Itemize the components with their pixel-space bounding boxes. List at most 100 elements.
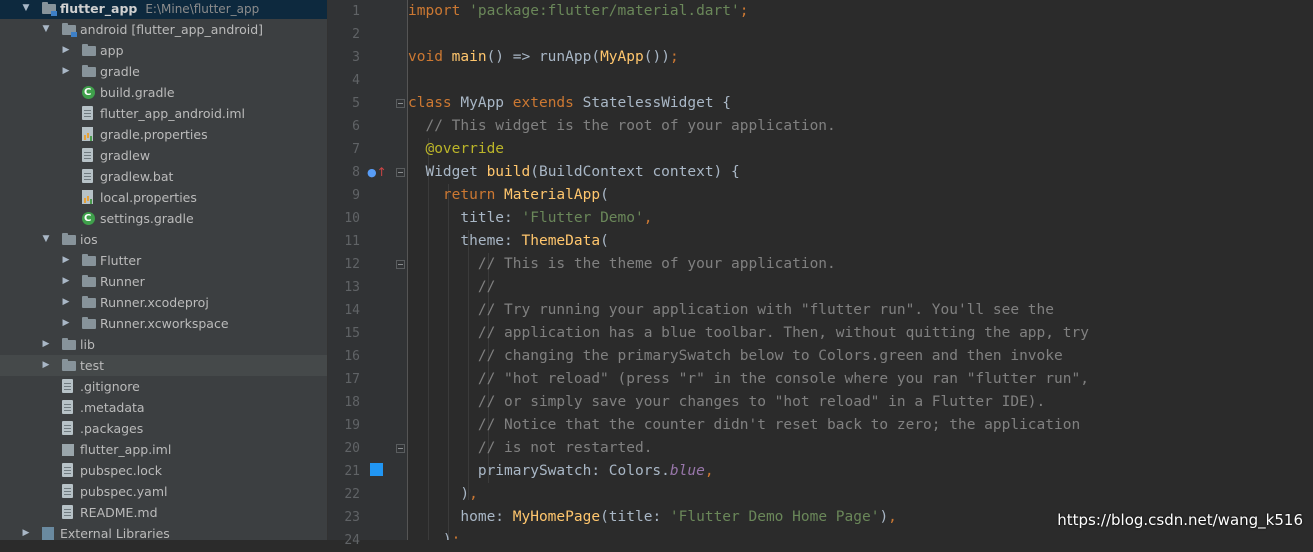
tree-item[interactable]: ▶ Runner.xcworkspace bbox=[0, 313, 327, 334]
fold-marker-icon[interactable] bbox=[396, 168, 405, 177]
fold-marker-icon[interactable] bbox=[396, 99, 405, 108]
code-line[interactable]: primarySwatch: Colors.blue, bbox=[408, 460, 714, 483]
tree-item-label: flutter_app_android.iml bbox=[100, 106, 245, 121]
editor-gutter: ●↑ 1 2 3 4 5 6 7 8 9 10 11 12 13 14 15 16 17 18 19 20 21 22 23… bbox=[328, 0, 408, 548]
code-line[interactable]: return MaterialApp( bbox=[408, 184, 609, 207]
tree-item[interactable]: flutter_app_android.iml bbox=[0, 103, 327, 124]
folder-icon bbox=[82, 296, 96, 308]
tree-item[interactable]: ▶ Runner.xcodeproj bbox=[0, 292, 327, 313]
chevron-down-icon[interactable]: ▼ bbox=[40, 229, 52, 250]
code-line[interactable]: theme: ThemeData( bbox=[408, 230, 608, 253]
code-editor[interactable]: import 'package:flutter/material.dart'; v… bbox=[408, 0, 1313, 540]
code-line[interactable]: // changing the primarySwatch below to C… bbox=[408, 345, 1063, 368]
code-line[interactable]: // application has a blue toolbar. Then,… bbox=[408, 322, 1089, 345]
iml-icon bbox=[62, 444, 74, 456]
line-number: 6 bbox=[352, 119, 360, 134]
code-line[interactable]: home: MyHomePage(title: 'Flutter Demo Ho… bbox=[408, 506, 897, 529]
tree-item-label: test bbox=[80, 358, 105, 373]
tree-item[interactable]: ▶ External Libraries bbox=[0, 523, 327, 540]
tree-item[interactable]: settings.gradle bbox=[0, 208, 327, 229]
chevron-right-icon[interactable]: ▶ bbox=[40, 334, 52, 355]
gradle-icon bbox=[82, 208, 95, 229]
tree-item-label: pubspec.lock bbox=[80, 463, 163, 478]
tree-item-label: app bbox=[100, 43, 124, 58]
line-number: 20 bbox=[344, 441, 360, 456]
line-number: 16 bbox=[344, 349, 360, 364]
code-line[interactable]: // This widget is the root of your appli… bbox=[408, 115, 835, 138]
tree-item-label: README.md bbox=[80, 505, 158, 520]
tree-item[interactable]: gradlew bbox=[0, 145, 327, 166]
fold-marker-icon[interactable] bbox=[396, 260, 405, 269]
tree-item-label: ios bbox=[80, 232, 98, 247]
override-marker-icon[interactable]: ●↑ bbox=[367, 165, 387, 179]
chevron-down-icon[interactable]: ▼ bbox=[40, 19, 52, 40]
line-number: 13 bbox=[344, 280, 360, 295]
code-line[interactable]: // Try running your application with "fl… bbox=[408, 299, 1054, 322]
tree-item[interactable]: build.gradle bbox=[0, 82, 327, 103]
tree-item[interactable]: gradlew.bat bbox=[0, 166, 327, 187]
tree-item[interactable]: ▶ gradle bbox=[0, 61, 327, 82]
tree-item[interactable]: ▶ lib bbox=[0, 334, 327, 355]
code-line[interactable]: void main() => runApp(MyApp()); bbox=[408, 46, 679, 69]
line-number: 22 bbox=[344, 487, 360, 502]
tree-item-label: Flutter bbox=[100, 253, 142, 268]
color-swatch-icon[interactable] bbox=[370, 463, 383, 476]
gradle-icon bbox=[82, 82, 95, 103]
tree-item[interactable]: .metadata bbox=[0, 397, 327, 418]
file-icon bbox=[82, 169, 93, 183]
tree-item[interactable]: pubspec.lock bbox=[0, 460, 327, 481]
tree-item[interactable]: ▶ app bbox=[0, 40, 327, 61]
tree-item[interactable]: ▶ Flutter bbox=[0, 250, 327, 271]
tree-item[interactable]: pubspec.yaml bbox=[0, 481, 327, 502]
line-number: 24 bbox=[344, 533, 360, 548]
tree-item[interactable]: ▶ test bbox=[0, 355, 327, 376]
file-icon bbox=[62, 484, 73, 498]
chevron-down-icon[interactable]: ▼ bbox=[20, 0, 32, 19]
code-line[interactable]: ); bbox=[408, 529, 460, 540]
tree-item[interactable]: .packages bbox=[0, 418, 327, 439]
tree-item[interactable]: ▼ flutter_app E:\Mine\flutter_app bbox=[0, 0, 327, 19]
libraries-icon bbox=[42, 527, 54, 540]
tree-item[interactable]: README.md bbox=[0, 502, 327, 523]
tree-item[interactable]: ▼ android [flutter_app_android] bbox=[0, 19, 327, 40]
code-line[interactable]: class MyApp extends StatelessWidget { bbox=[408, 92, 731, 115]
chevron-right-icon[interactable]: ▶ bbox=[60, 292, 72, 313]
tree-item-label: gradlew.bat bbox=[100, 169, 174, 184]
tree-item[interactable]: ▶ Runner bbox=[0, 271, 327, 292]
code-line[interactable]: // "hot reload" (press "r" in the consol… bbox=[408, 368, 1089, 391]
tree-item[interactable]: gradle.properties bbox=[0, 124, 327, 145]
tree-item[interactable]: local.properties bbox=[0, 187, 327, 208]
file-icon bbox=[62, 421, 73, 435]
chevron-right-icon[interactable]: ▶ bbox=[20, 523, 32, 540]
tree-item-label: flutter_app E:\Mine\flutter_app bbox=[60, 1, 260, 16]
fold-marker-icon[interactable] bbox=[396, 444, 405, 453]
properties-icon bbox=[82, 127, 93, 141]
tree-item[interactable]: .gitignore bbox=[0, 376, 327, 397]
line-number: 21 bbox=[344, 464, 360, 479]
code-line[interactable]: Widget build(BuildContext context) { bbox=[408, 161, 739, 184]
code-line[interactable]: // or simply save your changes to "hot r… bbox=[408, 391, 1045, 414]
folder-icon bbox=[62, 359, 76, 371]
code-line[interactable]: import 'package:flutter/material.dart'; bbox=[408, 0, 748, 23]
code-line[interactable]: ), bbox=[408, 483, 477, 506]
code-line[interactable]: // Notice that the counter didn't reset … bbox=[408, 414, 1080, 437]
project-path: E:\Mine\flutter_app bbox=[145, 2, 260, 16]
code-line[interactable]: title: 'Flutter Demo', bbox=[408, 207, 652, 230]
code-line[interactable]: // This is the theme of your application… bbox=[408, 253, 836, 276]
code-line[interactable]: // is not restarted. bbox=[408, 437, 653, 460]
tree-item-label: .packages bbox=[80, 421, 144, 436]
chevron-right-icon[interactable]: ▶ bbox=[60, 61, 72, 82]
chevron-right-icon[interactable]: ▶ bbox=[60, 271, 72, 292]
project-tool-window: ▼ flutter_app E:\Mine\flutter_app ▼ android … bbox=[0, 0, 328, 540]
chevron-right-icon[interactable]: ▶ bbox=[60, 313, 72, 334]
tree-item[interactable]: flutter_app.iml bbox=[0, 439, 327, 460]
tree-item[interactable]: ▼ ios bbox=[0, 229, 327, 250]
code-line[interactable]: @override bbox=[408, 138, 504, 161]
code-line[interactable]: // bbox=[408, 276, 495, 299]
line-number: 14 bbox=[344, 303, 360, 318]
chevron-right-icon[interactable]: ▶ bbox=[40, 355, 52, 376]
chevron-right-icon[interactable]: ▶ bbox=[60, 250, 72, 271]
chevron-right-icon[interactable]: ▶ bbox=[60, 40, 72, 61]
folder-icon bbox=[82, 44, 96, 56]
folder-icon bbox=[82, 317, 96, 329]
